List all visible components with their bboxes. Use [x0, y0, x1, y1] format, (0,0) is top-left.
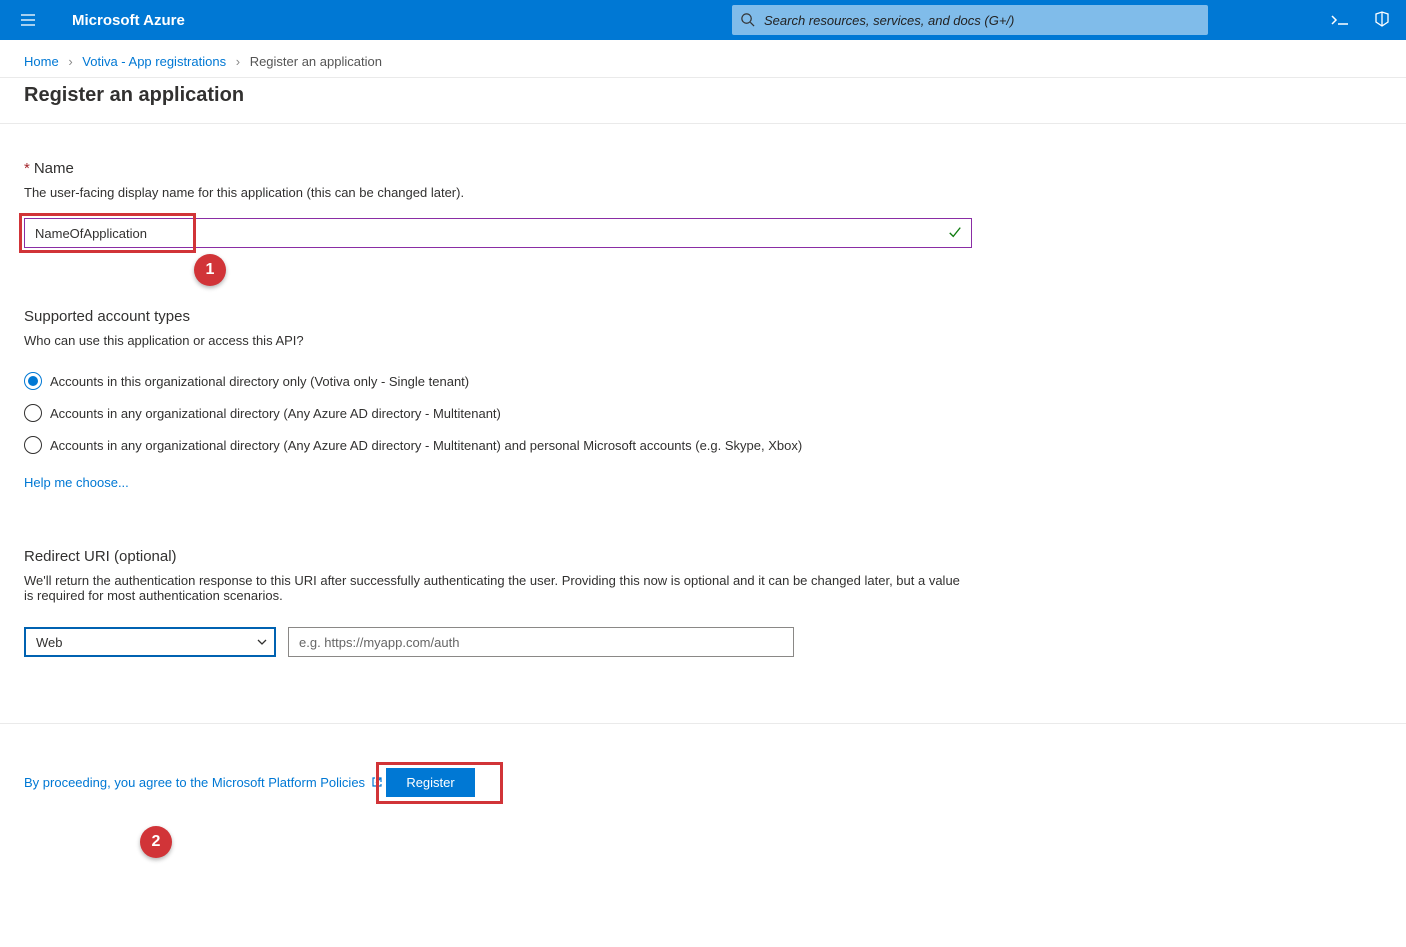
check-icon	[948, 225, 962, 244]
help-me-choose-link[interactable]: Help me choose...	[24, 475, 129, 490]
name-label: *Name	[24, 160, 976, 177]
account-types-title: Supported account types	[24, 308, 976, 325]
redirect-type-select-wrap: Web	[24, 627, 276, 657]
form-content: *Name The user-facing display name for t…	[0, 124, 1000, 657]
redirect-uri-title: Redirect URI (optional)	[24, 548, 976, 565]
redirect-type-select[interactable]: Web	[24, 627, 276, 657]
annotation-badge: 1	[194, 254, 226, 286]
account-type-radio[interactable]	[24, 436, 42, 454]
chevron-right-icon: ›	[236, 54, 240, 69]
account-type-option[interactable]: Accounts in this organizational director…	[24, 372, 976, 390]
search-icon	[740, 12, 755, 32]
menu-icon[interactable]	[8, 0, 48, 40]
cloud-shell-icon[interactable]	[1328, 8, 1352, 32]
external-link-icon	[371, 776, 383, 791]
name-description: The user-facing display name for this ap…	[24, 185, 976, 200]
redirect-uri-input[interactable]	[288, 627, 794, 657]
breadcrumb-app-registrations[interactable]: Votiva - App registrations	[82, 54, 226, 69]
breadcrumb-current: Register an application	[250, 54, 382, 69]
name-section: *Name The user-facing display name for t…	[24, 160, 976, 248]
account-type-radio[interactable]	[24, 372, 42, 390]
account-type-label: Accounts in any organizational directory…	[50, 406, 501, 421]
redirect-uri-section: Redirect URI (optional) We'll return the…	[24, 548, 976, 657]
account-types-description: Who can use this application or access t…	[24, 333, 976, 348]
breadcrumb: Home › Votiva - App registrations › Regi…	[0, 40, 1406, 78]
directory-icon[interactable]	[1370, 8, 1394, 32]
breadcrumb-home[interactable]: Home	[24, 54, 59, 69]
account-type-option[interactable]: Accounts in any organizational directory…	[24, 404, 976, 422]
policy-link[interactable]: By proceeding, you agree to the Microsof…	[24, 775, 386, 790]
topbar: Microsoft Azure	[0, 0, 1406, 40]
search-wrap	[732, 5, 1208, 35]
topbar-actions	[1328, 8, 1394, 32]
account-types-section: Supported account types Who can use this…	[24, 308, 976, 492]
register-button[interactable]: Register	[386, 768, 474, 797]
chevron-right-icon: ›	[68, 54, 72, 69]
footer: By proceeding, you agree to the Microsof…	[0, 723, 1406, 821]
name-label-text: Name	[34, 160, 74, 177]
search-input[interactable]	[732, 5, 1208, 35]
page-title: Register an application	[0, 78, 1406, 124]
account-type-radio[interactable]	[24, 404, 42, 422]
application-name-input[interactable]	[24, 218, 972, 248]
brand-label: Microsoft Azure	[72, 12, 185, 29]
account-type-label: Accounts in any organizational directory…	[50, 438, 802, 453]
annotation-badge: 2	[140, 826, 172, 858]
account-type-label: Accounts in this organizational director…	[50, 374, 469, 389]
policy-text: By proceeding, you agree to the Microsof…	[24, 775, 365, 790]
account-type-option[interactable]: Accounts in any organizational directory…	[24, 436, 976, 454]
redirect-uri-description: We'll return the authentication response…	[24, 573, 964, 603]
